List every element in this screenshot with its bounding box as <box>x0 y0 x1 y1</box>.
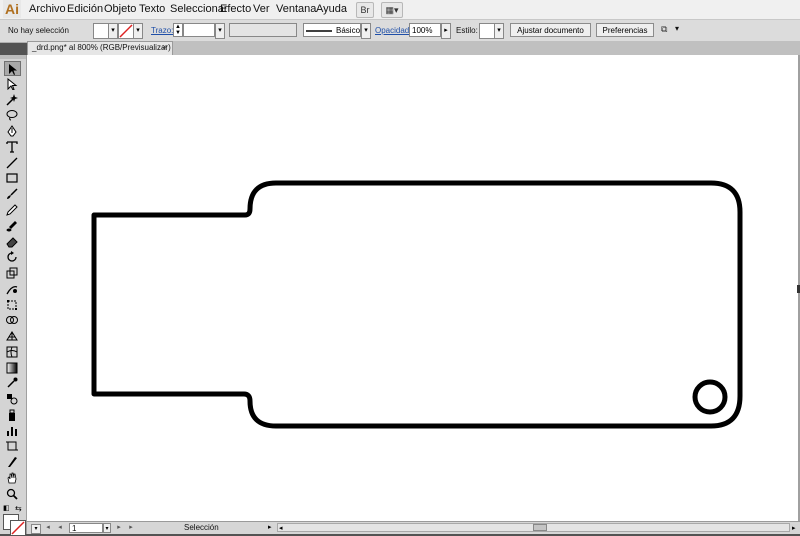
fill-swatch[interactable] <box>93 23 109 39</box>
status-menu-arrow-icon[interactable]: ▸ <box>268 523 272 531</box>
line-segment-tool-icon[interactable] <box>4 156 21 171</box>
menu-ventana[interactable]: Ventana <box>276 3 316 15</box>
rotate-tool-icon[interactable] <box>4 250 21 265</box>
stroke-dropdown[interactable]: ▾ <box>133 23 143 39</box>
stroke-weight-field[interactable] <box>183 23 215 37</box>
preferencias-button[interactable]: Preferencias <box>596 23 654 37</box>
menu-efecto[interactable]: Efecto <box>220 3 251 15</box>
app-logo: Ai <box>3 0 21 18</box>
selection-tool-icon[interactable] <box>4 61 21 76</box>
menu-ver[interactable]: Ver <box>253 3 270 15</box>
column-graph-tool-icon[interactable] <box>4 424 21 439</box>
ajustar-documento-button[interactable]: Ajustar documento <box>510 23 591 37</box>
previous-artboard-button[interactable]: ◂ <box>56 523 64 532</box>
document-tab[interactable]: _drd.png* al 800% (RGB/Previsualizar) × <box>27 41 173 55</box>
menu-archivo[interactable]: Archivo <box>29 3 66 15</box>
next-artboard-button[interactable]: ▸ <box>115 523 123 532</box>
close-tab-icon[interactable]: × <box>162 42 167 52</box>
swap-colors-icon[interactable]: ⇆ <box>15 504 23 513</box>
canvas[interactable] <box>27 55 798 521</box>
no-stroke-icon <box>119 24 133 38</box>
opacity-dropdown[interactable]: ▸ <box>441 23 451 39</box>
graphic-style-dropdown[interactable]: ▾ <box>494 23 504 39</box>
lasso-tool-icon[interactable] <box>4 108 21 123</box>
brush-definition-field[interactable]: Básico <box>303 23 361 37</box>
scroll-left-icon[interactable]: ◂ <box>279 524 283 532</box>
blob-brush-tool-icon[interactable] <box>4 219 21 234</box>
opacity-field[interactable]: 100% <box>409 23 441 37</box>
horizontal-scrollbar[interactable] <box>277 523 790 532</box>
menu-objeto[interactable]: Objeto <box>104 3 136 15</box>
brush-preset-label: Básico <box>336 26 361 35</box>
scroll-right-icon[interactable]: ▸ <box>792 524 796 532</box>
stroke-weight-stepper[interactable]: ▲ ▼ <box>173 23 183 37</box>
tools-panel-grip[interactable] <box>0 55 26 59</box>
rectangle-tool-icon[interactable] <box>4 171 21 186</box>
zoom-dropdown[interactable]: ▾ <box>31 524 41 534</box>
opacity-label[interactable]: Opacidad: <box>375 26 411 35</box>
warp-tool-icon[interactable] <box>4 282 21 297</box>
hand-tool-icon[interactable] <box>4 471 21 486</box>
gradient-tool-icon[interactable] <box>4 361 21 376</box>
shape-builder-tool-icon[interactable] <box>4 313 21 328</box>
eyedropper-tool-icon[interactable] <box>4 376 21 391</box>
symbol-sprayer-tool-icon[interactable] <box>4 408 21 423</box>
variable-width-profile[interactable] <box>229 23 297 37</box>
current-tool-name: Selección <box>184 523 219 532</box>
usb-outline-path[interactable] <box>91 180 743 429</box>
fill-dropdown[interactable]: ▾ <box>108 23 118 39</box>
blend-tool-icon[interactable] <box>4 392 21 407</box>
align-panel-icon[interactable]: ⧉ <box>661 24 667 35</box>
artwork <box>91 180 743 429</box>
stroke-swatch[interactable] <box>118 23 134 39</box>
horizontal-scroll-thumb[interactable] <box>533 524 547 531</box>
brush-stroke-preview-icon <box>306 30 332 32</box>
selection-status: No hay selección <box>8 26 69 35</box>
panel-menu-icon[interactable]: ▾ <box>675 24 679 33</box>
control-bar: No hay selección ▾ ▾ Trazo: ▲ ▼ ▾ Básico … <box>0 19 800 43</box>
pen-tool-icon[interactable] <box>4 124 21 139</box>
type-tool-icon[interactable] <box>4 140 21 155</box>
last-artboard-button[interactable]: ▸ <box>127 523 135 532</box>
artboard-tool-icon[interactable] <box>4 439 21 454</box>
paintbrush-tool-icon[interactable] <box>4 187 21 202</box>
menu-edicion[interactable]: Edición <box>67 3 103 15</box>
magic-wand-tool-icon[interactable] <box>4 93 21 108</box>
eraser-tool-icon[interactable] <box>4 235 21 250</box>
menu-seleccionar[interactable]: Seleccionar <box>170 3 227 15</box>
tools-panel: ◧ ⇆ <box>0 55 27 536</box>
scale-tool-icon[interactable] <box>4 266 21 281</box>
first-artboard-button[interactable]: ◂ <box>44 523 52 532</box>
arrange-documents-icon[interactable]: ▦▾ <box>381 2 403 18</box>
trazo-label[interactable]: Trazo: <box>151 26 173 35</box>
artboard-number: 1 <box>72 524 77 533</box>
direct-selection-tool-icon[interactable] <box>4 77 21 92</box>
artboard-number-dropdown[interactable]: ▾ <box>103 523 111 533</box>
keyring-hole-circle[interactable] <box>692 379 728 415</box>
document-tab-title: _drd.png* al 800% (RGB/Previsualizar) <box>32 43 171 52</box>
artboard-number-field[interactable]: 1 <box>69 523 103 533</box>
menu-texto[interactable]: Texto <box>139 3 165 15</box>
mesh-tool-icon[interactable] <box>4 345 21 360</box>
stroke-weight-dropdown[interactable]: ▾ <box>215 23 225 39</box>
free-transform-tool-icon[interactable] <box>4 298 21 313</box>
brush-dropdown[interactable]: ▾ <box>361 23 371 39</box>
perspective-grid-tool-icon[interactable] <box>4 329 21 344</box>
graphic-style-swatch[interactable] <box>479 23 495 39</box>
default-colors-icon[interactable]: ◧ <box>3 504 11 512</box>
bridge-icon[interactable]: Br <box>356 2 374 18</box>
menu-ayuda[interactable]: Ayuda <box>316 3 347 15</box>
menu-bar: Ai Archivo Edición Objeto Texto Seleccio… <box>0 0 800 19</box>
style-label: Estilo: <box>456 26 478 35</box>
pencil-tool-icon[interactable] <box>4 203 21 218</box>
zoom-tool-icon[interactable] <box>4 487 21 502</box>
slice-tool-icon[interactable] <box>4 455 21 470</box>
no-stroke-icon <box>11 521 25 535</box>
